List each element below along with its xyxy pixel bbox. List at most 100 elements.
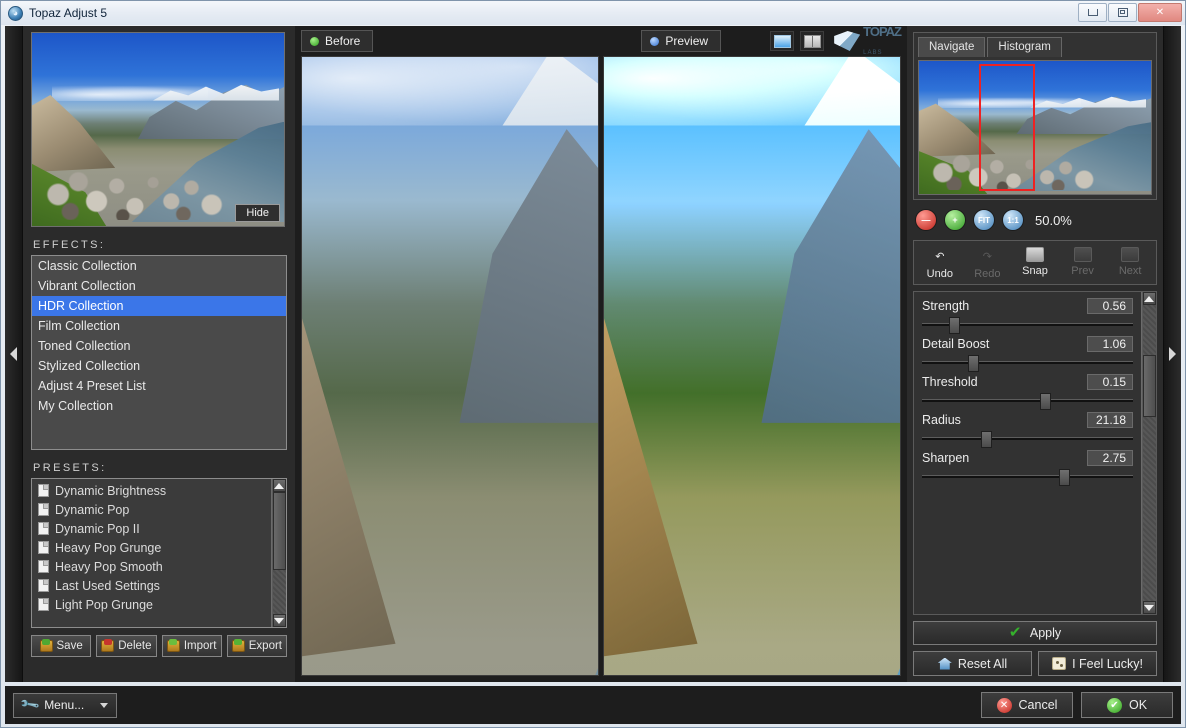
presets-scrollbar[interactable]: [271, 479, 286, 627]
prev-snapshot-button[interactable]: Prev: [1059, 247, 1107, 280]
menu-button[interactable]: 🔧 Menu...: [13, 692, 118, 718]
zoom-percent: 50.0%: [1035, 212, 1072, 228]
effect-item[interactable]: Stylized Collection: [32, 356, 286, 376]
slider-value[interactable]: 0.56: [1087, 298, 1133, 314]
slider-value[interactable]: 21.18: [1087, 412, 1133, 428]
caret-up-icon: [274, 482, 284, 489]
list-item[interactable]: Dynamic Pop II: [34, 519, 271, 538]
split-view-icon: [803, 34, 821, 48]
close-button[interactable]: ✕: [1138, 3, 1182, 22]
viewport-rectangle[interactable]: [979, 63, 1035, 192]
i-feel-lucky-button[interactable]: I Feel Lucky!: [1038, 651, 1157, 676]
next-snapshot-button[interactable]: Next: [1106, 247, 1154, 280]
maximize-button[interactable]: [1108, 3, 1137, 22]
slider-sharpen[interactable]: Sharpen 2.75: [922, 450, 1133, 486]
slider-detail-boost[interactable]: Detail Boost 1.06: [922, 336, 1133, 372]
preset-label: Light Pop Grunge: [55, 597, 153, 612]
scrollbar-track[interactable]: [1142, 305, 1156, 355]
scroll-down-button[interactable]: [272, 614, 286, 627]
slider-value[interactable]: 2.75: [1087, 450, 1133, 466]
list-item[interactable]: Heavy Pop Grunge: [34, 538, 271, 557]
slider-handle[interactable]: [968, 355, 980, 372]
source-thumbnail[interactable]: Hide: [31, 32, 285, 227]
slider-value[interactable]: 0.15: [1087, 374, 1133, 390]
import-label: Import: [183, 640, 217, 652]
list-item[interactable]: Light Pop Grunge: [34, 595, 271, 614]
presets-list[interactable]: Dynamic Brightness Dynamic Pop Dynamic P…: [31, 478, 287, 628]
lucky-label: I Feel Lucky!: [1072, 656, 1143, 671]
effect-item[interactable]: Adjust 4 Preset List: [32, 376, 286, 396]
slider-track[interactable]: [922, 431, 1133, 448]
topaz-labs-logo: TOPAZ LABS: [834, 23, 902, 59]
save-preset-button[interactable]: Save: [31, 635, 92, 657]
effect-item[interactable]: Film Collection: [32, 316, 286, 336]
sliders-scrollbar[interactable]: [1141, 292, 1156, 614]
navigator-thumbnail[interactable]: [918, 60, 1152, 195]
preset-file-icon: [38, 598, 49, 611]
effect-item-selected[interactable]: HDR Collection: [32, 296, 286, 316]
before-image-pane[interactable]: [301, 56, 599, 676]
list-item[interactable]: Heavy Pop Smooth: [34, 557, 271, 576]
scrollbar-track[interactable]: [272, 570, 286, 614]
slider-track[interactable]: [922, 355, 1133, 372]
slider-handle[interactable]: [949, 317, 961, 334]
redo-button[interactable]: ↷ Redo: [964, 247, 1012, 281]
minimize-button[interactable]: [1078, 3, 1107, 22]
slider-handle[interactable]: [981, 431, 993, 448]
collapse-left-panel-handle[interactable]: [5, 26, 23, 682]
slider-track[interactable]: [922, 393, 1133, 410]
effect-item[interactable]: Classic Collection: [32, 256, 286, 276]
reset-lucky-row: Reset All I Feel Lucky!: [913, 651, 1157, 676]
after-image-pane[interactable]: [603, 56, 901, 676]
effect-item[interactable]: Toned Collection: [32, 336, 286, 356]
preset-label: Dynamic Pop: [55, 502, 130, 517]
home-icon: [937, 657, 952, 670]
snap-button[interactable]: Snap: [1011, 247, 1059, 280]
tab-histogram[interactable]: Histogram: [987, 37, 1062, 57]
scrollbar-track[interactable]: [1142, 417, 1156, 601]
slider-track[interactable]: [922, 469, 1133, 486]
before-image: [302, 57, 598, 675]
slider-track[interactable]: [922, 317, 1133, 334]
slider-label: Detail Boost: [922, 337, 990, 351]
import-preset-button[interactable]: Import: [161, 635, 222, 657]
list-item[interactable]: Dynamic Pop: [34, 500, 271, 519]
split-view-button[interactable]: [800, 31, 825, 51]
delete-preset-button[interactable]: Delete: [96, 635, 157, 657]
scrollbar-thumb[interactable]: [1142, 355, 1156, 417]
apply-button[interactable]: ✔ Apply: [913, 621, 1157, 645]
zoom-in-icon[interactable]: +: [944, 209, 966, 231]
effect-item[interactable]: Vibrant Collection: [32, 276, 286, 296]
effect-item[interactable]: My Collection: [32, 396, 286, 416]
scroll-up-button[interactable]: [1142, 292, 1156, 305]
zoom-fit-button[interactable]: FIT: [973, 209, 995, 231]
ok-button[interactable]: ✔ OK: [1081, 692, 1173, 718]
zoom-controls: — + FIT 1:1 50.0%: [913, 206, 1157, 234]
single-view-button[interactable]: [770, 31, 795, 51]
effects-list[interactable]: Classic Collection Vibrant Collection HD…: [31, 255, 287, 450]
slider-radius[interactable]: Radius 21.18: [922, 412, 1133, 448]
collapse-right-panel-handle[interactable]: [1163, 26, 1181, 682]
slider-threshold[interactable]: Threshold 0.15: [922, 374, 1133, 410]
slider-handle[interactable]: [1059, 469, 1071, 486]
scroll-up-button[interactable]: [272, 479, 286, 492]
tab-navigate[interactable]: Navigate: [918, 37, 986, 57]
reset-all-button[interactable]: Reset All: [913, 651, 1032, 676]
after-image: [604, 57, 900, 675]
zoom-out-icon[interactable]: —: [915, 209, 937, 231]
zoom-actual-size-button[interactable]: 1:1: [1002, 209, 1024, 231]
cancel-button[interactable]: ✕ Cancel: [981, 692, 1073, 718]
before-tab[interactable]: Before: [301, 30, 374, 52]
hide-button[interactable]: Hide: [235, 204, 280, 222]
scrollbar-thumb[interactable]: [272, 492, 286, 570]
topaz-logo-icon: [834, 31, 861, 51]
scroll-down-button[interactable]: [1142, 601, 1156, 614]
list-item[interactable]: Dynamic Brightness: [34, 481, 271, 500]
list-item[interactable]: Last Used Settings: [34, 576, 271, 595]
slider-handle[interactable]: [1040, 393, 1052, 410]
slider-strength[interactable]: Strength 0.56: [922, 298, 1133, 334]
export-preset-button[interactable]: Export: [226, 635, 287, 657]
undo-button[interactable]: ↶ Undo: [916, 247, 964, 281]
preview-tab[interactable]: Preview: [641, 30, 722, 52]
slider-value[interactable]: 1.06: [1087, 336, 1133, 352]
